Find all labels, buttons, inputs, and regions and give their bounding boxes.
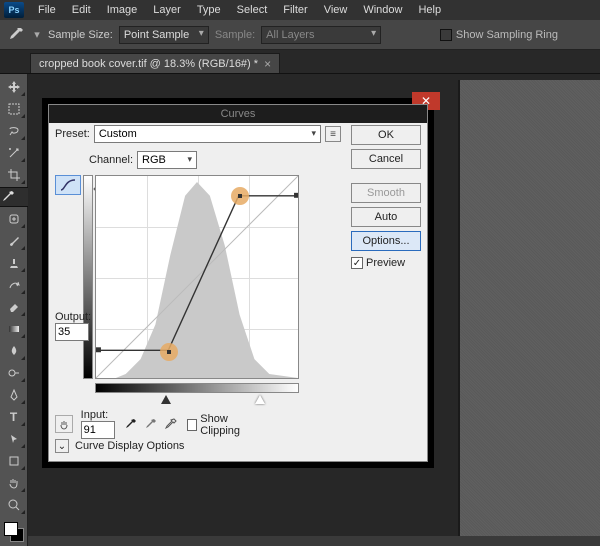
sampler-group (123, 416, 179, 432)
preset-label: Preset: (55, 128, 90, 140)
dropdown-icon[interactable]: ▾ (32, 25, 42, 45)
preset-menu-icon[interactable]: ≡ (325, 126, 341, 142)
gradient-tool[interactable] (2, 319, 26, 339)
menu-edit[interactable]: Edit (64, 4, 99, 16)
black-point-eyedropper[interactable] (123, 416, 139, 432)
crop-tool[interactable] (2, 165, 26, 185)
document-tab-title: cropped book cover.tif @ 18.3% (RGB/16#)… (39, 58, 258, 70)
show-clipping-label: Show Clipping (200, 413, 261, 437)
output-gradient-strip (83, 175, 93, 379)
color-swatches[interactable] (2, 520, 26, 544)
shape-tool[interactable] (2, 451, 26, 471)
path-selection-tool[interactable] (2, 429, 26, 449)
marquee-tool[interactable] (2, 99, 26, 119)
pen-tool[interactable] (2, 385, 26, 405)
move-tool[interactable] (2, 77, 26, 97)
channel-select[interactable]: RGB (137, 151, 197, 169)
channel-value: RGB (142, 154, 166, 166)
menu-window[interactable]: Window (355, 4, 410, 16)
app-logo: Ps (4, 2, 24, 18)
auto-button[interactable]: Auto (351, 207, 421, 227)
menu-file[interactable]: File (30, 4, 64, 16)
gray-point-eyedropper[interactable] (143, 416, 159, 432)
menu-image[interactable]: Image (99, 4, 146, 16)
cancel-button[interactable]: Cancel (351, 149, 421, 169)
sample-label: Sample: (215, 29, 255, 41)
menu-help[interactable]: Help (410, 4, 449, 16)
input-label: Input: (81, 409, 115, 421)
menu-type[interactable]: Type (189, 4, 229, 16)
menu-select[interactable]: Select (229, 4, 276, 16)
checkbox-icon (440, 29, 452, 41)
ok-button[interactable]: OK (351, 125, 421, 145)
eraser-tool[interactable] (2, 297, 26, 317)
show-sampling-ring-checkbox[interactable]: Show Sampling Ring (440, 29, 558, 41)
input-input[interactable]: 91 (81, 421, 115, 439)
preview-checkbox[interactable]: ✓ Preview (351, 257, 421, 269)
curve-display-options-label: Curve Display Options (75, 440, 184, 452)
menu-view[interactable]: View (316, 4, 356, 16)
black-point-slider[interactable] (161, 395, 171, 405)
white-point-eyedropper[interactable] (163, 416, 179, 432)
white-point-slider[interactable] (255, 395, 265, 405)
dodge-tool[interactable] (2, 363, 26, 383)
dialog-titlebar[interactable]: Curves (49, 105, 427, 123)
curves-dialog: ✕ Curves Preset: Custom ≡ Channel: RGB (42, 98, 434, 468)
preset-select[interactable]: Custom (94, 125, 321, 143)
expand-curve-options-button[interactable]: ⌄ (55, 439, 69, 453)
menu-filter[interactable]: Filter (275, 4, 315, 16)
sample-size-value: Point Sample (124, 29, 189, 41)
clone-stamp-tool[interactable] (2, 253, 26, 273)
curve-point-highlight[interactable] (231, 187, 249, 205)
eyedropper-icon (6, 25, 26, 45)
input-value: 91 (84, 424, 96, 436)
menu-layer[interactable]: Layer (145, 4, 189, 16)
sample-value: All Layers (266, 29, 314, 41)
sample-size-label: Sample Size: (48, 29, 113, 41)
foreground-color-swatch[interactable] (4, 522, 18, 536)
magic-wand-tool[interactable] (2, 143, 26, 163)
smooth-button[interactable]: Smooth (351, 183, 421, 203)
checkbox-checked-icon: ✓ (351, 257, 363, 269)
blur-tool[interactable] (2, 341, 26, 361)
curve-line (96, 176, 298, 378)
close-tab-icon[interactable]: × (264, 57, 271, 71)
history-brush-tool[interactable] (2, 275, 26, 295)
lasso-tool[interactable] (2, 121, 26, 141)
document-tab[interactable]: cropped book cover.tif @ 18.3% (RGB/16#)… (30, 53, 280, 73)
brush-tool[interactable] (2, 231, 26, 251)
output-input[interactable]: 35 (55, 323, 89, 341)
output-label: Output: (55, 311, 95, 323)
preset-value: Custom (99, 128, 137, 140)
hand-tool[interactable] (2, 473, 26, 493)
type-tool[interactable]: T (2, 407, 26, 427)
zoom-tool[interactable] (2, 495, 26, 515)
menu-bar: Ps File Edit Image Layer Type Select Fil… (0, 0, 600, 20)
sample-select[interactable]: All Layers (261, 26, 381, 44)
sample-size-select[interactable]: Point Sample (119, 26, 209, 44)
preview-label: Preview (366, 257, 405, 269)
show-clipping-checkbox[interactable]: Show Clipping (187, 413, 261, 437)
checkbox-icon (187, 419, 198, 431)
curve-graph[interactable] (95, 175, 299, 379)
options-bar: ▾ Sample Size: Point Sample Sample: All … (0, 20, 600, 50)
healing-brush-tool[interactable] (2, 209, 26, 229)
document-tab-bar: cropped book cover.tif @ 18.3% (RGB/16#)… (0, 50, 600, 74)
channel-label: Channel: (89, 154, 133, 166)
options-button[interactable]: Options... (351, 231, 421, 251)
curve-point-shadow[interactable] (160, 343, 178, 361)
input-gradient-strip (95, 383, 299, 393)
on-image-adjust-button[interactable] (55, 415, 73, 433)
show-sampling-ring-label: Show Sampling Ring (456, 29, 558, 41)
dialog-title: Curves (221, 108, 256, 120)
output-value: 35 (58, 326, 70, 338)
curve-point-mode-button[interactable] (55, 175, 81, 195)
document-image[interactable] (458, 80, 600, 536)
tool-palette: T (0, 74, 28, 546)
